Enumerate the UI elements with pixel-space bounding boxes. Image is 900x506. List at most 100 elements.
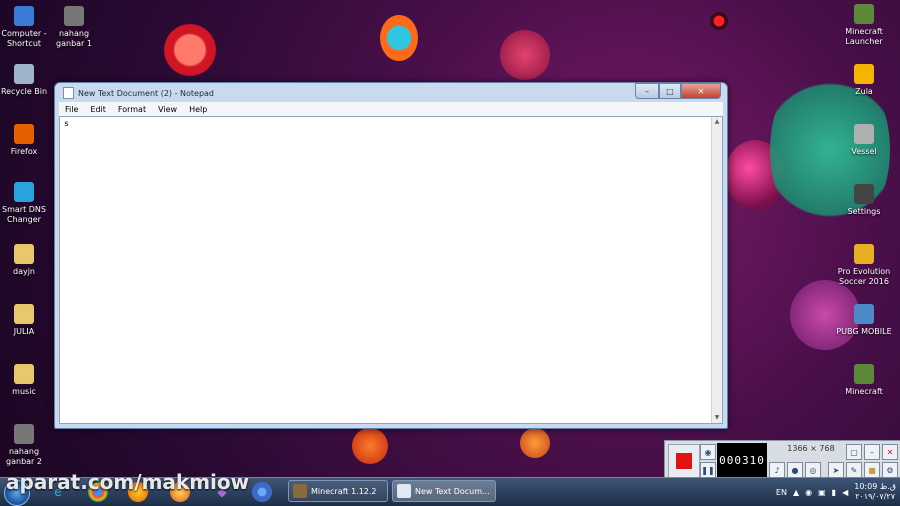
desktop-icon-label: nahang ganbar 1 [56, 29, 92, 48]
network-icon[interactable]: ◉ [805, 488, 812, 497]
pen-icon[interactable]: ✎ [846, 462, 862, 478]
desktop-icon-label: JULIA [13, 327, 35, 336]
desktop-icon-label: music [12, 387, 36, 396]
screen-recorder-panel: ◉ ❚❚ 000310 1366 × 768 ▢ – ✕ ♪ ● ◎ ➤ ✎ ■… [664, 440, 900, 480]
desktop-icon-label: Vessel [851, 147, 877, 156]
folder-icon [14, 244, 34, 264]
time: 10:09 ق.ظ [854, 482, 896, 491]
date: ۲۰۱۹/۰۷/۲۷ [855, 492, 895, 501]
folder-icon [14, 304, 34, 324]
desktop-icon-label: Minecraft Launcher [845, 27, 883, 46]
editor-content: s [64, 119, 69, 128]
watermark-text: aparat.com/makmiow [6, 470, 250, 494]
task-label: New Text Docum... [415, 486, 490, 496]
desktop-icon[interactable]: Firefox [0, 124, 52, 157]
computer-icon [14, 6, 34, 26]
pause-icon[interactable]: ❚❚ [700, 462, 716, 478]
desktop-icon[interactable]: Zula [836, 64, 892, 97]
folder-icon [14, 364, 34, 384]
chromium-icon[interactable] [252, 482, 272, 502]
recording-timer: 000310 [717, 443, 767, 477]
firefox-icon [14, 124, 34, 144]
desktop-icon[interactable]: Minecraft Launcher [836, 4, 892, 47]
clock[interactable]: 10:09 ق.ظ ۲۰۱۹/۰۷/۲۷ [854, 482, 896, 502]
desktop-icon[interactable]: Vessel [836, 124, 892, 157]
desktop-icon-label: Pro Evolution Soccer 2016 [837, 267, 891, 286]
wallpaper-circle [380, 15, 418, 61]
minecraft-icon [854, 364, 874, 384]
language-indicator[interactable]: EN [776, 488, 787, 497]
desktop-icon[interactable]: Settings [836, 184, 892, 217]
desktop-icon-label: Settings [847, 207, 881, 216]
scroll-up-icon[interactable]: ▲ [712, 117, 722, 127]
desktop-icon-label: Minecraft [845, 387, 883, 396]
desktop-icon[interactable]: dayjn [0, 244, 52, 277]
cursor-icon[interactable]: ➤ [828, 462, 844, 478]
menu-edit[interactable]: Edit [84, 105, 112, 114]
dns-changer-icon [14, 182, 34, 202]
window-controls: – □ ✕ [635, 83, 721, 99]
speaker-icon[interactable]: ♪ [769, 462, 785, 478]
vertical-scrollbar[interactable]: ▲ ▼ [711, 117, 722, 423]
zula-icon [854, 64, 874, 84]
menu-help[interactable]: Help [183, 105, 213, 114]
desktop-icon-label: nahang ganbar 2 [6, 447, 42, 466]
menu-view[interactable]: View [152, 105, 183, 114]
gear-icon[interactable]: ⚙ [882, 462, 898, 478]
settings-icon [854, 184, 874, 204]
desktop-icon[interactable]: Computer - Shortcut [0, 6, 52, 49]
record-button[interactable] [668, 444, 700, 478]
app-tray-icon[interactable]: ▣ [818, 488, 826, 497]
desktop-icon[interactable]: PUBG MOBILE [836, 304, 892, 337]
text-editor-area[interactable]: s ▲ ▼ [59, 116, 723, 424]
minecraft-icon [293, 484, 307, 498]
desktop-icon[interactable]: music [0, 364, 52, 397]
desktop-icon[interactable]: Pro Evolution Soccer 2016 [836, 244, 892, 287]
scroll-down-icon[interactable]: ▼ [712, 413, 722, 423]
maximize-button[interactable]: □ [659, 83, 681, 99]
video-file-icon [64, 6, 84, 26]
camera-icon[interactable]: ◉ [700, 444, 716, 460]
video-file-icon [14, 424, 34, 444]
folder-icon[interactable]: ■ [864, 462, 880, 478]
notepad-window[interactable]: New Text Document (2) - Notepad – □ ✕ Fi… [54, 82, 728, 429]
desktop-icon[interactable]: JULIA [0, 304, 52, 337]
desktop-icon[interactable]: Minecraft [836, 364, 892, 397]
close-button[interactable]: ✕ [681, 83, 721, 99]
wallpaper-orb [352, 428, 388, 464]
desktop-icon[interactable]: nahang ganbar 2 [0, 424, 52, 467]
taskbar-item-notepad[interactable]: New Text Docum... [392, 480, 496, 502]
task-label: Minecraft 1.12.2 [311, 486, 377, 496]
system-tray: EN ▲ ◉ ▣ ▮ ◀ 10:09 ق.ظ ۲۰۱۹/۰۷/۲۷ [776, 478, 896, 506]
taskbar-item-minecraft[interactable]: Minecraft 1.12.2 [288, 480, 388, 502]
desktop-icon-label: Recycle Bin [0, 87, 48, 96]
menu-format[interactable]: Format [112, 105, 152, 114]
menu-file[interactable]: File [59, 105, 84, 114]
webcam-icon[interactable]: ◎ [805, 462, 821, 478]
desktop-icon[interactable]: Recycle Bin [0, 64, 52, 97]
wallpaper-orb [710, 12, 728, 30]
close-recorder-icon[interactable]: ✕ [882, 444, 898, 460]
desktop-icon[interactable]: nahang ganbar 1 [46, 6, 102, 49]
wallpaper-flower [160, 20, 220, 80]
menu-bar: File Edit Format View Help [59, 102, 723, 116]
wallpaper-circle [500, 30, 550, 80]
microphone-icon[interactable]: ● [787, 462, 803, 478]
desktop-icon-label: PUBG MOBILE [836, 327, 892, 336]
window-title: New Text Document (2) - Notepad [78, 88, 215, 98]
minecraft-launcher-icon [854, 4, 874, 24]
notepad-icon [397, 484, 411, 498]
recording-size: 1366 × 768 [787, 444, 835, 453]
signal-icon[interactable]: ▮ [832, 488, 836, 497]
window-mode-icon[interactable]: ▢ [846, 444, 862, 460]
show-hidden-icons-icon[interactable]: ▲ [793, 488, 799, 497]
minimize-button[interactable]: – [635, 83, 659, 99]
record-icon [676, 453, 692, 469]
pes-icon [854, 244, 874, 264]
notepad-title-bar: New Text Document (2) - Notepad [63, 87, 214, 99]
notepad-icon [63, 87, 74, 99]
desktop-icon[interactable]: Smart DNS Changer [0, 182, 52, 225]
minimize-recorder-icon[interactable]: – [864, 444, 880, 460]
vessel-icon [854, 124, 874, 144]
volume-icon[interactable]: ◀ [842, 488, 848, 497]
